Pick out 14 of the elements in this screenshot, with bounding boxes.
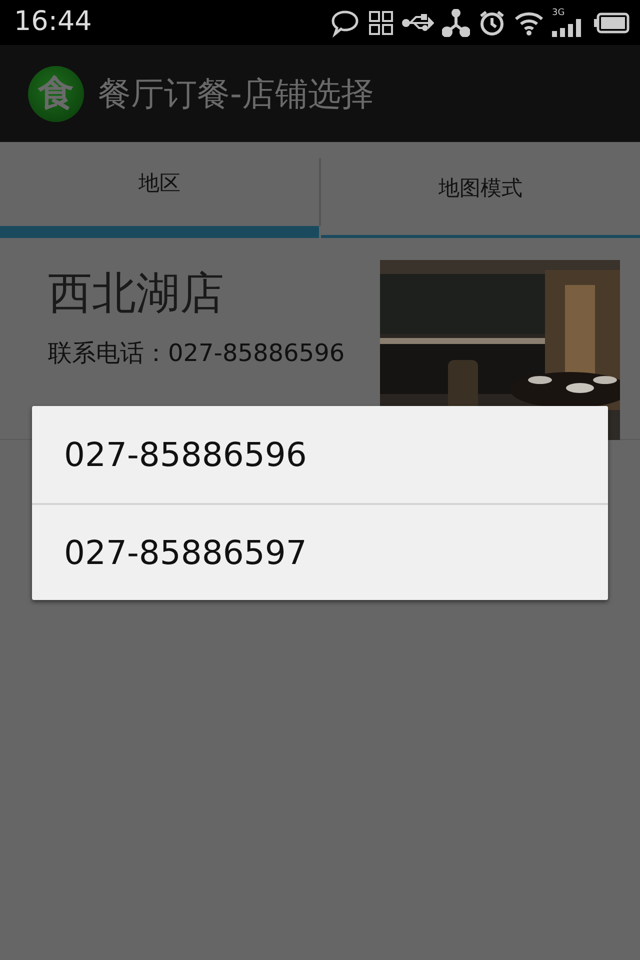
alarm-icon — [478, 8, 506, 36]
store-phone: 联系电话：027-85886596 — [48, 338, 345, 369]
share-icon — [442, 8, 470, 36]
menu-item[interactable]: 027-85886596 — [32, 406, 608, 503]
app-title: 餐厅订餐-店铺选择 — [98, 72, 374, 115]
battery-icon — [594, 12, 630, 34]
wifi-icon — [514, 10, 544, 36]
usb-icon — [402, 12, 434, 32]
grid-icon — [368, 10, 394, 36]
menu-item[interactable]: 027-85886597 — [32, 503, 608, 600]
app-logo: 食 — [28, 66, 84, 122]
network-type-text: 3G — [552, 8, 565, 18]
clock-text: 16:44 — [14, 5, 92, 40]
store-name: 西北湖店 — [48, 268, 225, 321]
